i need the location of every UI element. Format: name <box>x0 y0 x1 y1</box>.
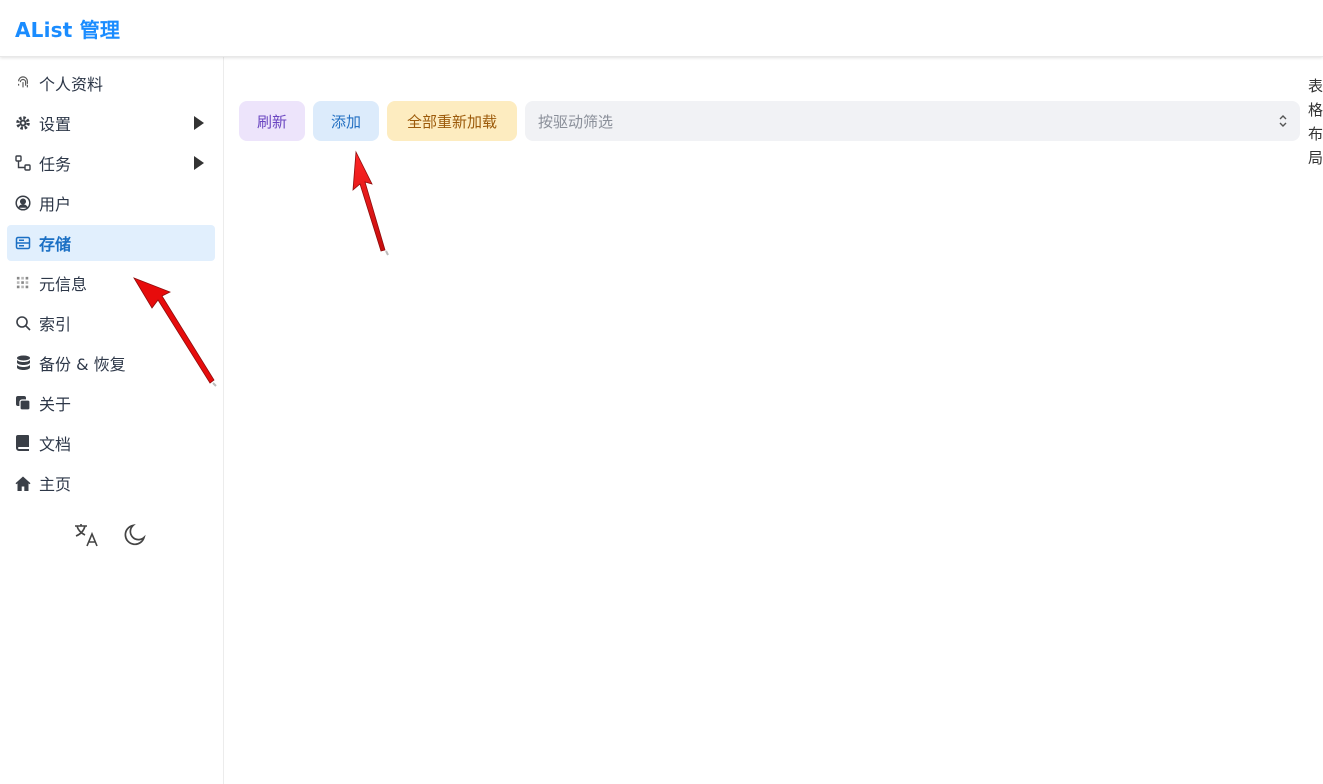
sidebar-item-storage[interactable]: 存储 <box>7 225 215 261</box>
sidebar-item-label: 元信息 <box>39 275 88 294</box>
gear-icon <box>15 115 31 131</box>
sidebar-item-users[interactable]: 用户 <box>7 185 215 221</box>
sidebar-item-backup-restore[interactable]: 备份 & 恢复 <box>7 345 215 381</box>
user-circle-icon <box>15 195 31 211</box>
main-content: 刷新 添加 全部重新加载 按驱动筛选 <box>224 57 1323 784</box>
sidebar-item-home[interactable]: 主页 <box>7 465 215 501</box>
sidebar-item-label: 索引 <box>39 315 72 334</box>
sidebar-item-label: 个人资料 <box>39 75 104 94</box>
sidebar-footer <box>72 520 162 550</box>
sidebar-item-label: 任务 <box>39 155 72 174</box>
workflow-icon <box>15 155 31 171</box>
sidebar-item-settings[interactable]: 设置 <box>7 105 215 141</box>
sidebar-item-label: 备份 & 恢复 <box>39 355 126 374</box>
refresh-button[interactable]: 刷新 <box>239 101 305 141</box>
sidebar-item-label: 文档 <box>39 435 72 454</box>
sidebar-item-index[interactable]: 索引 <box>7 305 215 341</box>
reload-all-button[interactable]: 全部重新加载 <box>387 101 517 141</box>
fingerprint-icon <box>15 75 31 91</box>
sidebar: 个人资料 设置 任务 用户 存储 元信息 索引 备份 & 恢复 关于 文档 主页 <box>0 57 224 784</box>
sidebar-item-profile[interactable]: 个人资料 <box>7 65 215 101</box>
translate-icon[interactable] <box>72 520 102 550</box>
top-header: AList 管理 <box>0 0 1323 57</box>
storage-icon <box>15 235 31 251</box>
sidebar-item-label: 用户 <box>39 195 72 214</box>
chevron-right-icon <box>193 156 207 170</box>
table-layout-toggle[interactable]: 表格布局 <box>1308 74 1323 170</box>
copy-icon <box>15 395 31 411</box>
chevron-up-down-icon <box>1278 113 1288 129</box>
search-icon <box>15 315 31 331</box>
sidebar-item-about[interactable]: 关于 <box>7 385 215 421</box>
book-icon <box>15 435 31 451</box>
sidebar-item-docs[interactable]: 文档 <box>7 425 215 461</box>
moon-icon[interactable] <box>120 520 150 550</box>
driver-filter-select[interactable]: 按驱动筛选 <box>525 101 1300 141</box>
sidebar-item-label: 设置 <box>39 115 72 134</box>
app-title[interactable]: AList 管理 <box>15 14 120 43</box>
chevron-right-icon <box>193 116 207 130</box>
driver-filter-placeholder: 按驱动筛选 <box>538 112 614 131</box>
sidebar-item-tasks[interactable]: 任务 <box>7 145 215 181</box>
sidebar-item-label: 关于 <box>39 395 72 414</box>
home-icon <box>15 475 31 491</box>
sidebar-item-label: 主页 <box>39 475 72 494</box>
sidebar-item-label: 存储 <box>39 235 72 254</box>
meta-icon <box>15 275 31 291</box>
database-icon <box>15 355 31 371</box>
sidebar-item-meta[interactable]: 元信息 <box>7 265 215 301</box>
add-storage-button[interactable]: 添加 <box>313 101 379 141</box>
